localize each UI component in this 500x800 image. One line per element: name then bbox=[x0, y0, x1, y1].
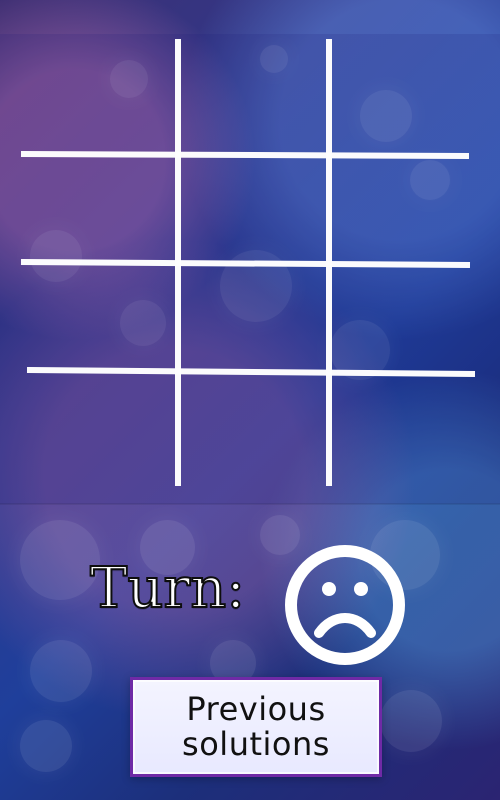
previous-solutions-button-label: Previous solutions bbox=[182, 692, 330, 761]
sad-face-icon-svg bbox=[285, 545, 405, 665]
board-cell-3[interactable] bbox=[333, 42, 466, 150]
board-cell-7[interactable] bbox=[24, 268, 174, 368]
board-cell-1[interactable] bbox=[24, 42, 174, 150]
sad-face-eye-right bbox=[354, 582, 368, 596]
previous-solutions-line2: solutions bbox=[182, 725, 330, 763]
previous-solutions-line1: Previous bbox=[186, 690, 326, 729]
board-cell-6[interactable] bbox=[333, 158, 466, 258]
sad-face-eye-left bbox=[322, 582, 336, 596]
board-cell-2[interactable] bbox=[182, 42, 325, 150]
sad-face-circle bbox=[285, 545, 405, 665]
turn-indicator: Turn: bbox=[80, 545, 500, 665]
board-cell-5[interactable] bbox=[182, 158, 325, 258]
board-cell-9[interactable] bbox=[333, 268, 472, 368]
sad-face-mouth bbox=[314, 613, 376, 638]
sad-face-icon bbox=[285, 545, 405, 665]
board-cell-4[interactable] bbox=[24, 158, 174, 258]
board-cells bbox=[0, 34, 500, 504]
board-cell-8[interactable] bbox=[182, 268, 325, 368]
turn-label: Turn: bbox=[89, 556, 246, 621]
previous-solutions-button[interactable]: Previous solutions bbox=[130, 677, 382, 777]
